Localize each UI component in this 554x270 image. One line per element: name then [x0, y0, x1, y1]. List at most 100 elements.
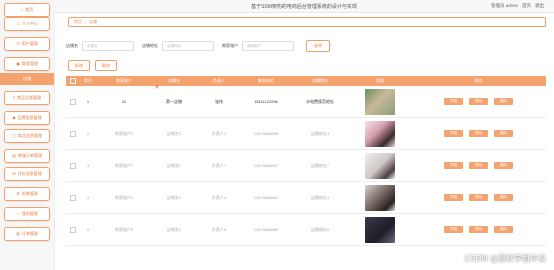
merchant-account: 商家账户4 — [114, 194, 134, 200]
sidebar-item-label: 品牌信息管理 — [17, 115, 42, 120]
phone-number: 15111122296 — [254, 99, 278, 104]
select-all-checkbox[interactable] — [69, 78, 76, 84]
detail-button[interactable]: 详情 — [444, 130, 463, 137]
delete-row-button[interactable]: 删除 — [494, 226, 513, 233]
operations-cell: 详情 修改 删除 — [411, 86, 546, 117]
home-icon: ⌂ — [20, 7, 24, 12]
header-person[interactable]: 负责人 — [197, 78, 241, 84]
sidebar-item-9[interactable]: ✉ 评价信息管理 — [4, 167, 50, 181]
header-address[interactable]: 店铺地址 — [291, 78, 349, 84]
shop-address: 店铺地址4 — [310, 194, 330, 200]
header-name[interactable]: 店铺名 — [151, 78, 197, 84]
edit-button[interactable]: 修改 — [469, 98, 488, 105]
person-in-charge: 负责人3 — [211, 130, 227, 136]
add-button[interactable]: 新增 — [68, 60, 90, 71]
search-button[interactable]: 查询 — [306, 40, 330, 52]
header-cover: 封面 — [376, 78, 384, 83]
delete-row-button[interactable]: 删除 — [494, 130, 513, 137]
row-index: 5 — [86, 227, 90, 232]
sidebar-item-label: 我的管理 — [21, 211, 38, 216]
sidebar: ⌂ 首页 ☺ 个人中心 ☷ 用户管理 ▣ 商家管理店铺 ≡ 商品分类管理 ◆ 品牌信息管理 ▢ 商品信息管… — [0, 0, 55, 270]
sidebar-item-12[interactable]: ▥ 订单管理 — [4, 227, 50, 241]
user-area: 管理员 admin 首页 退出 — [491, 3, 544, 9]
row-index: 1 — [86, 99, 90, 104]
sidebar-item-label: 订单管理 — [21, 231, 38, 236]
shop-name-input[interactable]: 店铺名 — [82, 41, 134, 51]
table-row: 3 商家账户7 店铺名7 负责人7 13823888887 店铺地址7 详情 修改 删除 — [66, 150, 546, 182]
tag-icon: ◆ — [12, 115, 16, 120]
edit-button[interactable]: 修改 — [469, 194, 488, 201]
detail-button[interactable]: 详情 — [444, 194, 463, 201]
edit-button[interactable]: 修改 — [469, 162, 488, 169]
row-checkbox[interactable] — [69, 194, 76, 201]
list-icon: ≡ — [12, 95, 16, 100]
sidebar-item-3[interactable]: ▣ 商家管理 — [4, 57, 50, 71]
person-in-charge: 负责人4 — [211, 194, 227, 200]
person-in-charge: 负责人7 — [211, 162, 227, 168]
row-select-cell[interactable] — [66, 150, 79, 181]
row-index: 3 — [86, 163, 90, 168]
shop-address: 水电费规范地址 — [306, 98, 334, 104]
table-header: 索引 商家账户 店铺名 负责人 联系电话 店铺地址 封面 操作 — [66, 76, 546, 86]
shop-name: 第一店铺 — [166, 98, 182, 104]
shop-name: 店铺名4 — [166, 194, 182, 200]
shop-address-label: 店铺地址 — [142, 43, 158, 48]
sidebar-item-6[interactable]: ◆ 品牌信息管理 — [4, 111, 50, 125]
select-all-cell[interactable] — [66, 78, 79, 84]
sidebar-item-11[interactable]: ☆ 我的管理 — [4, 207, 50, 221]
star-icon: ☆ — [16, 211, 20, 216]
sidebar-item-0[interactable]: ⌂ 首页 — [4, 3, 50, 17]
sidebar-item-label: 用户管理 — [21, 41, 38, 46]
row-select-cell[interactable] — [66, 214, 79, 245]
watermark: CSDN @亚欣学姐毕设 — [464, 254, 546, 263]
cover-image — [365, 152, 395, 179]
sidebar-item-7[interactable]: ▢ 商品信息管理 — [4, 129, 50, 143]
merchant-account-input[interactable]: 商家账户 — [242, 41, 294, 51]
home-link[interactable]: 首页 — [522, 3, 531, 9]
detail-button[interactable]: 详情 — [444, 162, 463, 169]
delete-row-button[interactable]: 删除 — [494, 194, 513, 201]
detail-button[interactable]: 详情 — [444, 226, 463, 233]
row-select-cell[interactable] — [66, 182, 79, 213]
sidebar-item-2[interactable]: ☷ 用户管理 — [4, 37, 50, 51]
edit-button[interactable]: 修改 — [469, 226, 488, 233]
top-bar: 基于SSM架构的电商后台管理系统的设计与实现 管理员 admin 首页 退出 — [54, 0, 554, 13]
delete-row-button[interactable]: 删除 — [494, 162, 513, 169]
delete-button[interactable]: 删除 — [95, 60, 117, 71]
search-bar: 店铺名 店铺名 店铺地址 店铺地址 商家账户 商家账户 查询 — [66, 40, 330, 52]
header-operations: 操作 — [474, 78, 483, 83]
sidebar-item-label: 个人中心 — [22, 21, 39, 26]
box-icon: ▢ — [12, 133, 16, 138]
breadcrumb-home[interactable]: 首页 — [74, 19, 82, 25]
shop-address-input[interactable]: 店铺地址 — [162, 41, 214, 51]
row-checkbox[interactable] — [69, 130, 76, 137]
row-select-cell[interactable] — [66, 118, 79, 149]
detail-button[interactable]: 详情 — [444, 98, 463, 105]
breadcrumb-current: 店铺 — [89, 19, 98, 24]
row-checkbox[interactable] — [69, 98, 76, 105]
logout-link[interactable]: 退出 — [535, 3, 544, 9]
row-checkbox[interactable] — [69, 226, 76, 233]
phone-number: 13823888888 — [253, 131, 279, 136]
sidebar-item-label: 店铺 — [23, 76, 31, 81]
shop-name: 店铺名3 — [166, 130, 182, 136]
header-account[interactable]: 商家账户 — [97, 78, 151, 84]
sidebar-item-4[interactable]: 店铺 — [0, 73, 54, 85]
header-phone[interactable]: 联系电话 — [241, 78, 291, 84]
breadcrumb: 首页 / 店铺 — [68, 17, 546, 27]
operations-cell: 详情 修改 删除 — [411, 182, 546, 213]
row-index: 4 — [86, 195, 90, 200]
edit-button[interactable]: 修改 — [469, 130, 488, 137]
users-icon: ☷ — [16, 41, 20, 46]
cover-cell — [349, 182, 411, 213]
sidebar-item-label: 商家管理 — [21, 61, 38, 66]
row-select-cell[interactable] — [66, 86, 79, 117]
sidebar-item-5[interactable]: ≡ 商品分类管理 — [4, 91, 50, 105]
sidebar-item-1[interactable]: ☺ 个人中心 — [4, 17, 50, 31]
table-row: 1 22 第一店铺 张伟 15111122296 水电费规范地址 详情 修改 删除 — [66, 86, 546, 118]
sidebar-item-8[interactable]: ▤ 商城订单管理 — [4, 149, 50, 163]
phone-number: 13823888885 — [253, 227, 279, 232]
delete-row-button[interactable]: 删除 — [494, 98, 513, 105]
sidebar-item-10[interactable]: ⚙ 系统管理 — [4, 187, 50, 201]
row-checkbox[interactable] — [69, 162, 76, 169]
